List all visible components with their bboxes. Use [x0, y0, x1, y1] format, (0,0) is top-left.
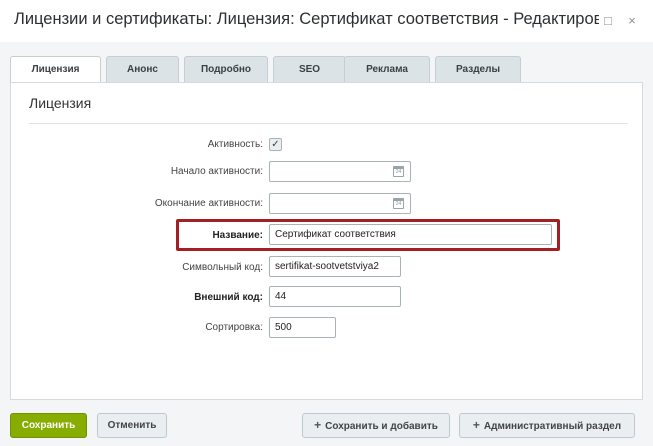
sort-field[interactable]: 500 — [269, 317, 336, 338]
window-title: Лицензии и сертификаты: Лицензия: Сертиф… — [14, 10, 599, 28]
external-code-label: Внешний код: — [194, 292, 263, 303]
start-date-label: Начало активности: — [170, 166, 263, 177]
tab-license[interactable]: Лицензия — [10, 56, 101, 84]
symbolic-code-label: Символьный код: — [182, 262, 263, 273]
save-button[interactable]: Сохранить — [10, 413, 87, 438]
tab-advertising[interactable]: Реклама — [344, 56, 430, 83]
heading-divider — [29, 123, 628, 124]
start-date-field[interactable]: 24 — [269, 161, 411, 182]
name-label: Название: — [212, 230, 263, 241]
tab-sections[interactable]: Разделы — [435, 56, 521, 83]
plus-icon: + — [314, 418, 322, 432]
tab-seo[interactable]: SEO — [273, 56, 346, 83]
tab-announce[interactable]: Анонс — [106, 56, 179, 83]
symbolic-code-field[interactable]: sertifikat-sootvetstviya2 — [269, 256, 401, 277]
tab-details[interactable]: Подробно — [184, 56, 268, 83]
sort-label: Сортировка: — [205, 322, 263, 333]
edit-dialog: Лицензии и сертификаты: Лицензия: Сертиф… — [0, 0, 653, 446]
external-code-field[interactable]: 44 — [269, 286, 401, 307]
cancel-button[interactable]: Отменить — [97, 413, 167, 438]
calendar-icon[interactable]: 24 — [393, 166, 404, 177]
save-and-add-label: Сохранить и добавить — [325, 421, 438, 432]
name-field[interactable]: Сертификат соответствия — [269, 224, 552, 245]
active-checkbox[interactable]: ✓ — [269, 138, 282, 151]
panel-heading: Лицензия — [29, 95, 92, 111]
save-and-add-button[interactable]: + Сохранить и добавить — [302, 413, 450, 438]
expand-icon[interactable]: □ — [601, 14, 615, 28]
end-date-label: Окончание активности: — [154, 198, 263, 209]
close-icon[interactable]: × — [625, 14, 639, 28]
admin-section-label: Административный раздел — [483, 421, 622, 432]
plus-icon: + — [472, 418, 480, 432]
title-bar: Лицензии и сертификаты: Лицензия: Сертиф… — [0, 0, 653, 42]
calendar-icon[interactable]: 24 — [393, 198, 404, 209]
end-date-field[interactable]: 24 — [269, 193, 411, 214]
admin-section-button[interactable]: + Административный раздел — [459, 413, 635, 438]
active-label: Активность: — [207, 139, 263, 150]
